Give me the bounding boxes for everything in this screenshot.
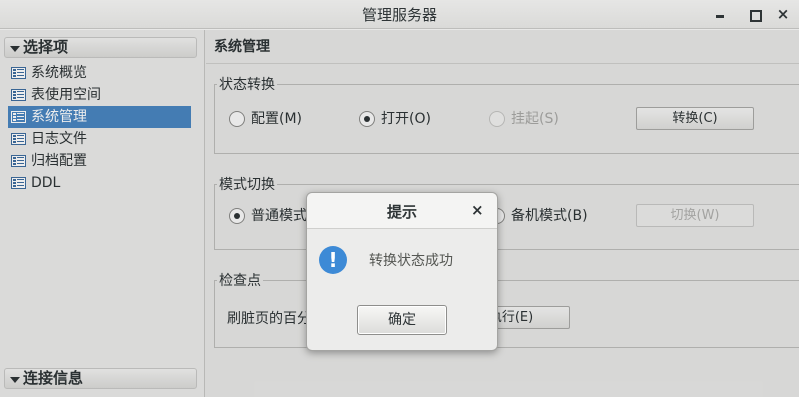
close-icon[interactable]: ×	[775, 6, 791, 22]
window-titlebar: 管理服务器 ×	[0, 0, 799, 29]
dialog-header: 提示 ×	[307, 193, 497, 229]
window-title: 管理服务器	[361, 6, 437, 24]
ok-button[interactable]: 确定	[357, 305, 447, 335]
info-dialog: 提示 × ! 转换状态成功 确定	[306, 192, 498, 351]
close-icon[interactable]: ×	[471, 201, 484, 219]
dialog-title: 提示	[386, 203, 417, 221]
maximize-icon[interactable]	[746, 6, 762, 22]
dialog-message: 转换状态成功	[369, 253, 453, 269]
minimize-icon[interactable]	[712, 6, 728, 22]
info-icon: !	[319, 246, 347, 274]
